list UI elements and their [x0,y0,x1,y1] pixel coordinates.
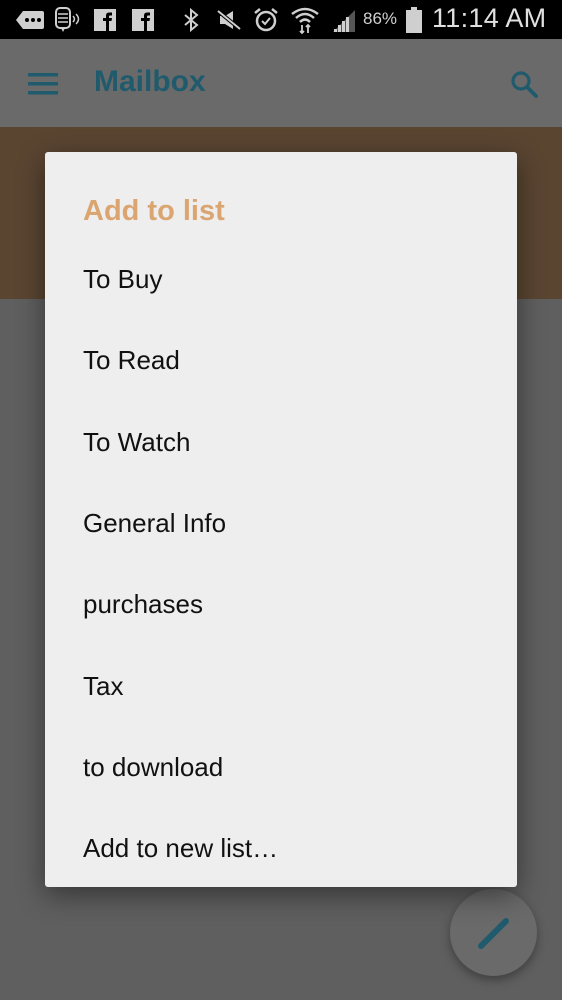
list-option-tax[interactable]: Tax [45,645,517,726]
dialog-title: Add to list [83,195,225,227]
hamburger-menu-icon [28,73,58,95]
facebook-icon [131,0,155,39]
signal-icon [330,0,358,39]
app-title: Mailbox [94,65,206,98]
bluetooth-icon [180,0,202,39]
wifi-icon [289,0,321,39]
more-notifications-icon [14,0,46,39]
battery-icon [403,0,425,39]
list-options: To Buy To Read To Watch General Info pur… [45,239,517,889]
hamburger-menu-button[interactable] [22,67,66,99]
list-option-to-read[interactable]: To Read [45,320,517,401]
app-bar: Mailbox [0,39,562,127]
list-option-general-info[interactable]: General Info [45,483,517,564]
search-button[interactable] [505,65,545,105]
add-to-new-list-option[interactable]: Add to new list… [45,808,517,889]
pencil-icon [477,917,509,949]
battery-percent: 86% [363,9,398,28]
facebook-icon [93,0,117,39]
search-icon [511,71,538,98]
clock: 11:14 AM [432,3,547,33]
status-bar: 86% 11:14 AM [0,0,562,39]
list-option-to-buy[interactable]: To Buy [45,239,517,320]
alarm-icon [252,0,280,39]
list-option-purchases[interactable]: purchases [45,564,517,645]
list-option-to-download[interactable]: to download [45,727,517,808]
list-option-to-watch[interactable]: To Watch [45,402,517,483]
voicemail-icon [53,0,83,39]
mute-icon [215,0,243,39]
compose-button[interactable] [450,889,537,976]
add-to-list-dialog: Add to list To Buy To Read To Watch Gene… [45,152,517,887]
